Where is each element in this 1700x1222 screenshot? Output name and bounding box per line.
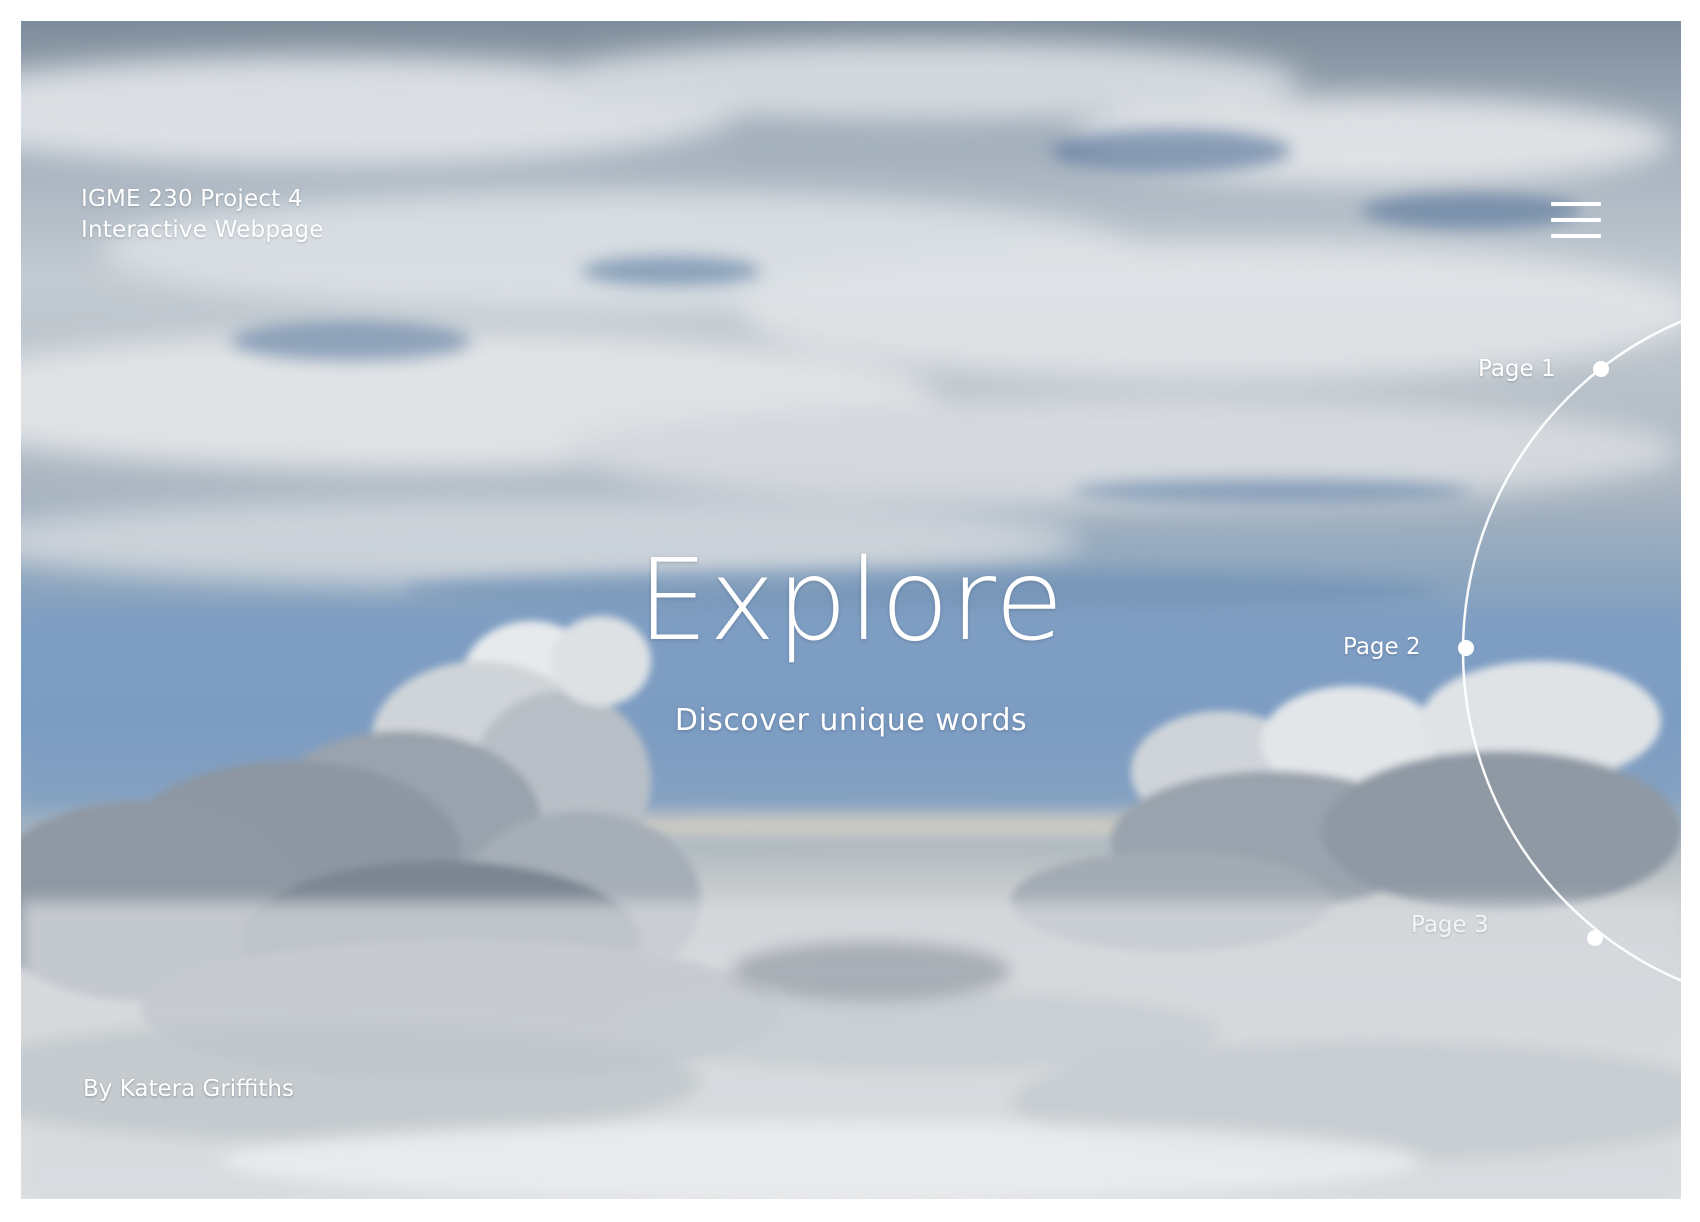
hamburger-menu-icon[interactable] bbox=[1551, 199, 1603, 241]
page-nav-link-1[interactable]: Page 1 bbox=[1478, 354, 1556, 384]
hero-subtitle: Discover unique words bbox=[674, 703, 1028, 738]
menu-bar-middle bbox=[1551, 218, 1601, 222]
menu-bar-top bbox=[1551, 202, 1601, 206]
author-byline: By Katera Griffiths bbox=[83, 1076, 294, 1102]
page-nav-link-3[interactable]: Page 3 bbox=[1411, 910, 1489, 940]
site-brand: IGME 230 Project 4 Interactive Webpage bbox=[81, 184, 324, 246]
hero-title: Explore bbox=[637, 536, 1065, 666]
menu-bar-bottom bbox=[1551, 234, 1601, 238]
page-nav-link-2[interactable]: Page 2 bbox=[1343, 632, 1421, 662]
page-nav-dot-1[interactable] bbox=[1593, 361, 1609, 377]
hero-section: IGME 230 Project 4 Interactive Webpage E… bbox=[21, 21, 1681, 1199]
page-nav-dot-2[interactable] bbox=[1458, 640, 1474, 656]
brand-line-title: Interactive Webpage bbox=[81, 217, 324, 243]
page-nav-dot-3[interactable] bbox=[1587, 930, 1603, 946]
brand-line-course: IGME 230 Project 4 bbox=[81, 186, 303, 212]
